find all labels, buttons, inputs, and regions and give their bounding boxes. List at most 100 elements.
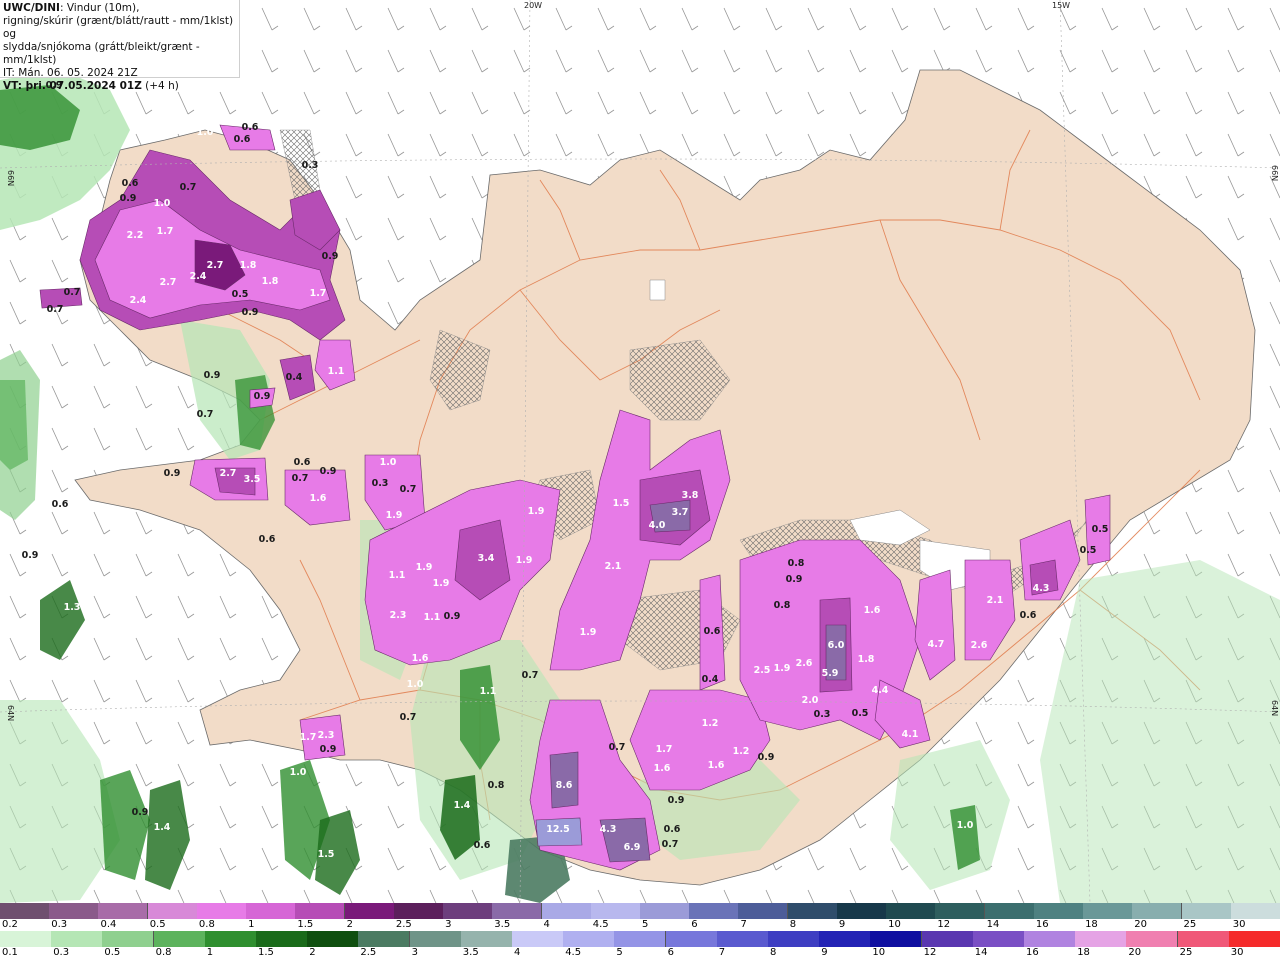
legend-label: 2 [346,919,353,930]
precip-value-label: 0.7 [47,304,64,315]
precip-value-label: 0.5 [1092,524,1109,535]
vt-value: þri. 07.05.2024 01Z [21,80,142,92]
rain-legend-labels: 0.1 0.3 0.5 0.8 1 1.5 2 2.5 3 3.5 4 4.5 5 6 7 8 9 10 12 14 1… [0,947,1280,959]
legend-swatch [460,931,513,947]
precip-value-label: 0.9 [322,251,339,262]
precip-value-label: 1.7 [310,288,327,299]
legend-label: 12 [923,947,937,958]
vt-label: VT: [3,80,22,92]
precip-value-label: 0.7 [609,742,626,753]
precip-value-label: 2.7 [220,468,237,479]
legend-label: 10 [888,919,901,930]
precip-value-label: 1.6 [310,493,327,504]
legend-swatch [716,931,769,947]
precip-value-label: 0.7 [522,670,539,681]
lon-label-15w: 15W [1052,1,1070,10]
precip-value-label: 4.0 [649,520,666,531]
legend-label: 6 [691,919,698,930]
precip-value-label: 0.6 [52,499,69,510]
legend-swatch [1024,931,1076,947]
legend-label: 0.3 [51,919,68,930]
legend-swatch [1228,931,1280,947]
legend-swatch [640,903,690,919]
precip-value-label: 0.4 [286,372,303,383]
precip-value-label: 4.4 [872,685,889,696]
legend-swatch [984,903,1035,919]
precip-value-label: 3.4 [478,553,495,564]
info-valid-time: VT: þri. 07.05.2024 01Z (+4 h) [3,80,236,93]
precip-value-label: 0.9 [120,193,137,204]
precip-value-label: 0.5 [232,289,249,300]
precip-value-label: 1.4 [454,800,471,811]
legend-swatch [295,903,346,919]
legend-label: 0.5 [149,919,166,930]
vt-offset: (+4 h) [141,80,179,92]
legend-swatch [921,931,974,947]
precip-value-label: 1.1 [480,686,497,697]
precip-value-label: 2.1 [987,595,1004,606]
precip-value-label: 2.7 [207,260,224,271]
legend-label: 2 [309,947,316,958]
precip-value-label: 0.7 [64,287,81,298]
precip-value-label: 0.9 [320,466,337,477]
legend-swatch [147,903,198,919]
info-line-2: rigning/skúrir (grænt/blátt/rautt - mm/1… [3,15,234,40]
legend-swatch [541,903,592,919]
precip-value-label: 1.0 [957,820,974,831]
precip-value-label: 0.9 [132,807,149,818]
info-line-3: slydda/snjókoma (grátt/bleikt/grænt - mm… [3,41,200,66]
legend-swatch [886,903,937,919]
snow-legend-labels: 0.2 0.3 0.4 0.5 0.8 1 1.5 2 2.5 3 3.5 4 4.5 5 6 7 8 9 10 12… [0,919,1280,931]
legend-swatch [393,903,444,919]
legend-swatch [204,931,257,947]
legend-swatch [738,903,789,919]
precip-value-label: 1.9 [580,627,597,638]
legend-label: 18 [1077,947,1090,958]
precip-value-label: 0.6 [474,840,491,851]
legend-label: 4 [543,919,550,930]
legend-swatch [307,931,360,947]
legend-label: 20 [1128,947,1142,958]
legend-label: 6 [667,947,674,958]
precip-value-label: 0.9 [164,468,181,479]
legend-label: 0.8 [198,919,215,930]
legend-swatch [153,931,206,947]
precip-value-label: 0.5 [1080,545,1097,556]
lat-label-66n-left: 66N [6,170,15,186]
model-name: UWC/DINI [3,2,60,14]
precip-value-label: 12.5 [546,824,569,835]
legend-label: 3.5 [462,947,479,958]
legend-label: 3 [445,919,452,930]
precip-value-label: 1.7 [157,226,174,237]
legend-label: 7 [718,947,726,958]
lat-label-64n-left: 64N [6,705,15,721]
legend-swatch [358,931,411,947]
precip-value-label: 1.8 [240,260,257,271]
precip-value-label: 1.0 [407,679,424,690]
precip-value-label: 0.7 [400,712,417,723]
precip-value-label: 2.6 [971,640,988,651]
precip-value-label: 1.9 [433,578,450,589]
precip-value-label: 0.6 [294,457,311,468]
precip-value-label: 3.5 [244,474,261,485]
precip-value-label: 0.9 [242,307,259,318]
precip-value-label: 1.5 [613,498,630,509]
precip-value-label: 0.8 [788,558,805,569]
legend-swatch [1126,931,1179,947]
legend-label: 14 [986,919,1000,930]
precip-value-label: 0.9 [786,574,803,585]
legend-swatch [102,931,155,947]
precip-value-label: 2.7 [160,277,177,288]
precip-value-label: 0.3 [302,160,319,171]
legend-swatch [1083,903,1134,919]
precip-value-label: 1.9 [528,506,545,517]
precip-value-label: 1.7 [300,732,317,743]
legend-swatch [768,931,820,947]
legend-swatch [563,931,616,947]
legend-label: 3.5 [494,919,511,930]
precip-value-label: 0.3 [372,478,389,489]
legend-label: 25 [1183,919,1197,930]
legend-swatch [196,903,247,919]
legend-swatch [1132,903,1183,919]
precip-value-label: 1.0 [197,127,214,138]
